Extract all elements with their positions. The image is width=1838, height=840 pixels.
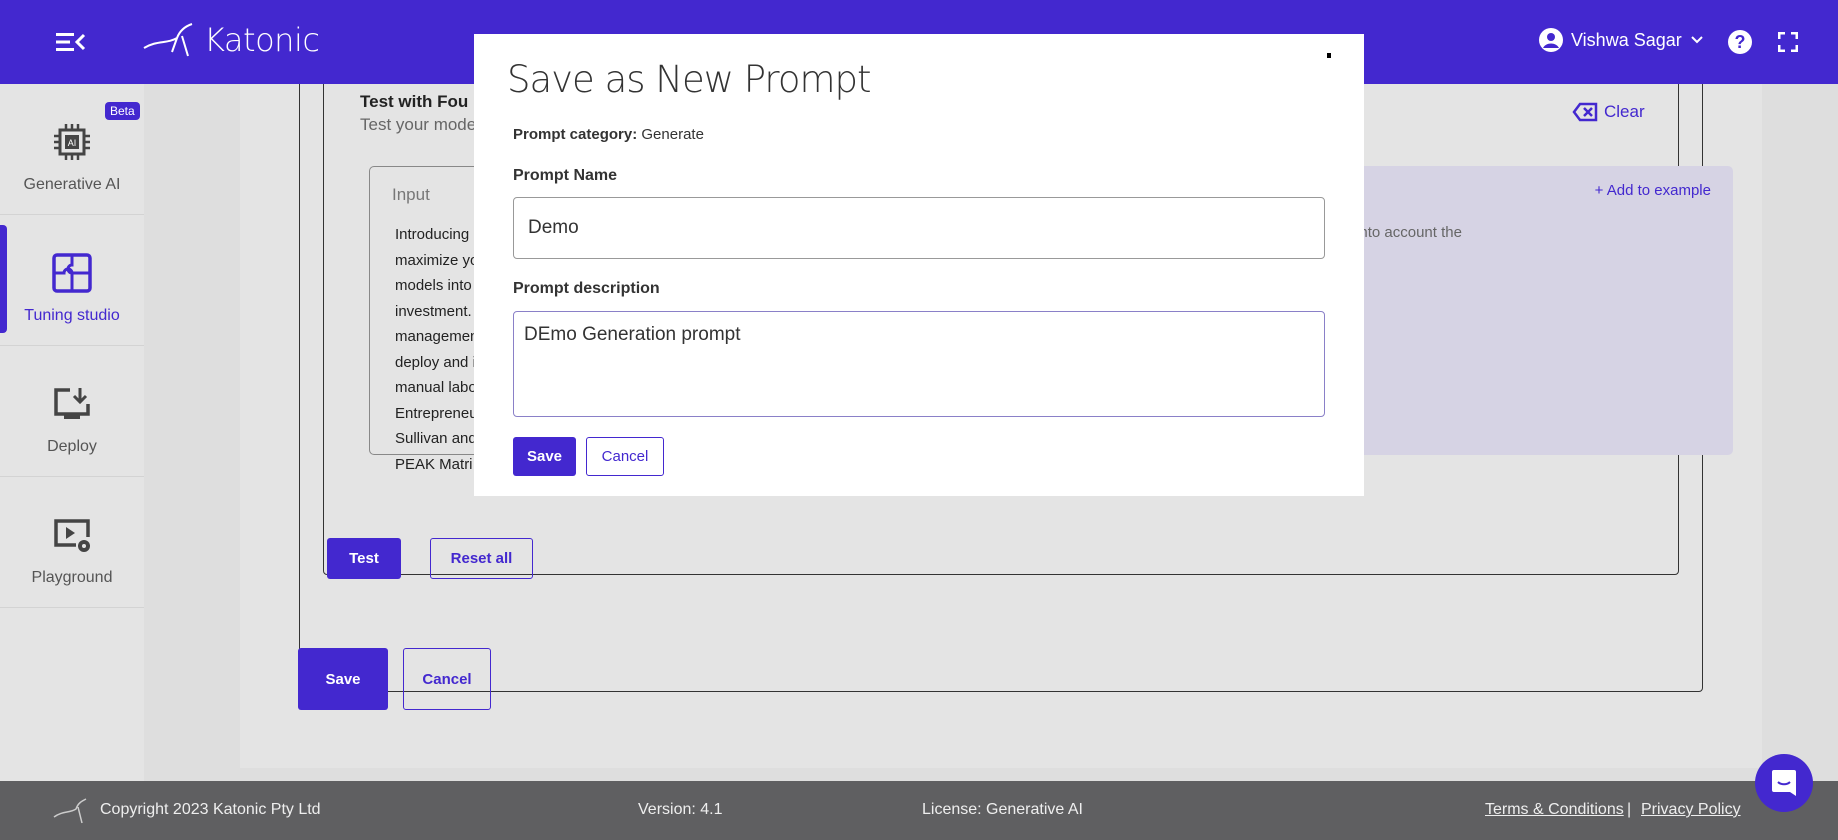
version-text: Version: 4.1 <box>638 801 723 818</box>
prompt-description-label: Prompt description <box>513 280 660 297</box>
help-icon[interactable]: ? <box>1728 30 1752 54</box>
save-prompt-modal: Save as New Prompt Prompt category: Gene… <box>474 34 1364 496</box>
reset-all-button[interactable]: Reset all <box>430 538 533 579</box>
close-icon[interactable] <box>1327 53 1331 58</box>
sidebar: Beta AI Generative AI Tuning studio Depl… <box>0 84 144 781</box>
kangaroo-logo-icon <box>53 798 87 824</box>
video-settings-icon <box>54 519 90 552</box>
modal-title: Save as New Prompt <box>507 58 871 101</box>
kangaroo-logo-icon <box>143 23 193 57</box>
user-avatar-icon <box>1539 28 1563 52</box>
prompt-category: Prompt category: Generate <box>513 126 704 143</box>
menu-collapse-icon[interactable] <box>56 30 86 54</box>
test-button[interactable]: Test <box>327 538 401 579</box>
ai-chip-icon: AI <box>54 124 90 160</box>
footer-separator: | <box>1627 801 1632 818</box>
sidebar-item-deploy[interactable]: Deploy <box>0 346 144 477</box>
test-section-title: Test with Fou <box>360 92 469 111</box>
sidebar-item-generative-ai[interactable]: Beta AI Generative AI <box>0 84 144 215</box>
footer: Copyright 2023 Katonic Pty Ltd Version: … <box>0 781 1838 840</box>
chat-icon <box>1772 770 1796 796</box>
add-to-example-link[interactable]: + Add to example <box>1595 182 1711 199</box>
katonic-logo[interactable]: Katonic <box>142 20 320 60</box>
cancel-button[interactable]: Cancel <box>403 648 491 710</box>
puzzle-icon <box>52 253 92 293</box>
prompt-name-input[interactable] <box>513 197 1325 259</box>
chevron-down-icon <box>1691 36 1703 44</box>
save-button[interactable]: Save <box>298 648 388 710</box>
modal-save-button[interactable]: Save <box>513 437 576 476</box>
monitor-download-icon <box>54 388 90 419</box>
prompt-description-input[interactable]: DEmo Generation prompt <box>513 311 1325 417</box>
copyright-text: Copyright 2023 Katonic Pty Ltd <box>100 801 321 818</box>
clear-button[interactable]: Clear <box>1572 102 1645 122</box>
privacy-link[interactable]: Privacy Policy <box>1641 801 1741 818</box>
license-text: License: Generative AI <box>922 801 1083 818</box>
test-section-subtitle: Test your model <box>360 115 480 134</box>
modal-cancel-button[interactable]: Cancel <box>586 437 664 476</box>
backspace-clear-icon <box>1572 102 1598 122</box>
svg-text:AI: AI <box>68 138 77 148</box>
test-input-text: Introducing maximize yo models into inve… <box>395 226 479 473</box>
sidebar-item-playground[interactable]: Playground <box>0 477 144 608</box>
fullscreen-icon[interactable] <box>1778 32 1798 52</box>
user-menu[interactable]: Vishwa Sagar <box>1539 28 1704 52</box>
chat-launcher-button[interactable] <box>1755 754 1813 812</box>
sidebar-item-tuning-studio[interactable]: Tuning studio <box>0 215 144 346</box>
beta-badge: Beta <box>105 102 140 120</box>
terms-link[interactable]: Terms & Conditions <box>1485 801 1624 818</box>
prompt-name-label: Prompt Name <box>513 167 618 184</box>
